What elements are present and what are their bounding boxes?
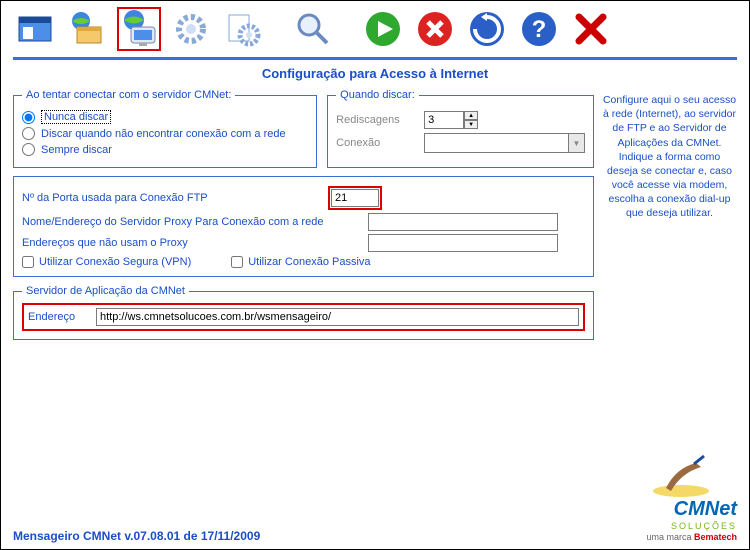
appserver-group: Servidor de Aplicação da CMNet Endereço xyxy=(13,285,594,340)
connect-group: Ao tentar conectar com o servidor CMNet:… xyxy=(13,89,317,168)
dial-group: Quando discar: Rediscagens ▲ ▼ Conexão ▼ xyxy=(327,89,594,168)
toolbar: ? xyxy=(1,1,749,57)
chevron-down-icon[interactable]: ▼ xyxy=(568,134,584,152)
ftp-port-highlight xyxy=(328,186,382,210)
radio-never-dial-input[interactable] xyxy=(22,111,35,124)
passive-checkbox[interactable] xyxy=(231,256,243,268)
proxy-label: Nome/Endereço do Servidor Proxy Para Con… xyxy=(22,216,362,228)
footer-version: Mensageiro CMNet v.07.08.01 de 17/11/200… xyxy=(13,529,260,543)
page-title: Configuração para Acesso à Internet xyxy=(1,60,749,85)
gear1-icon[interactable] xyxy=(169,7,213,51)
refresh-icon[interactable] xyxy=(465,7,509,51)
search-icon[interactable] xyxy=(291,7,335,51)
appserver-addr-input[interactable] xyxy=(96,308,579,326)
appserver-legend: Servidor de Aplicação da CMNet xyxy=(22,285,189,297)
logo-sub: SOLUÇÕES xyxy=(646,521,737,531)
folder-globe-icon[interactable] xyxy=(65,7,109,51)
vpn-checkbox-row[interactable]: Utilizar Conexão Segura (VPN) xyxy=(22,256,191,268)
passive-checkbox-row[interactable]: Utilizar Conexão Passiva xyxy=(231,256,370,268)
redial-up[interactable]: ▲ xyxy=(464,111,478,120)
conn-combo[interactable]: ▼ xyxy=(424,133,585,153)
conn-label: Conexão xyxy=(336,137,416,149)
appserver-addr-label: Endereço xyxy=(28,311,88,323)
radio-never-dial[interactable]: Nunca discar xyxy=(22,110,308,124)
radio-always-dial-input[interactable] xyxy=(22,143,35,156)
help-icon[interactable]: ? xyxy=(517,7,561,51)
logo-name: CMNet xyxy=(646,498,737,521)
noproxy-input[interactable] xyxy=(368,234,558,252)
monitor-globe-icon[interactable] xyxy=(117,7,161,51)
redial-label: Rediscagens xyxy=(336,114,416,126)
help-text: Configure aqui o seu acesso à rede (Inte… xyxy=(602,93,737,221)
appserver-highlight: Endereço xyxy=(22,303,585,331)
radio-dial-no-conn-input[interactable] xyxy=(22,127,35,140)
logo: CMNet SOLUÇÕES uma marca Bematech xyxy=(646,453,737,543)
help-panel: Configure aqui o seu acesso à rede (Inte… xyxy=(602,89,737,348)
redial-spinner[interactable]: ▲ ▼ xyxy=(424,111,478,129)
gear2-icon[interactable] xyxy=(221,7,265,51)
redial-down[interactable]: ▼ xyxy=(464,120,478,129)
play-icon[interactable] xyxy=(361,7,405,51)
proxy-input[interactable] xyxy=(368,213,558,231)
radio-always-dial[interactable]: Sempre discar xyxy=(22,143,308,156)
ftp-group: Nº da Porta usada para Conexão FTP Nome/… xyxy=(13,176,594,277)
ftp-port-label: Nº da Porta usada para Conexão FTP xyxy=(22,192,322,204)
logo-brand: uma marca Bematech xyxy=(646,532,737,542)
close-icon[interactable] xyxy=(569,7,613,51)
ftp-port-input[interactable] xyxy=(331,189,379,207)
vpn-checkbox[interactable] xyxy=(22,256,34,268)
noproxy-label: Endereços que não usam o Proxy xyxy=(22,237,362,249)
svg-text:?: ? xyxy=(532,16,547,43)
signing-hand-icon xyxy=(646,453,716,498)
stop-icon[interactable] xyxy=(413,7,457,51)
connect-legend: Ao tentar conectar com o servidor CMNet: xyxy=(22,89,235,101)
redial-input[interactable] xyxy=(424,111,464,129)
radio-dial-no-conn[interactable]: Discar quando não encontrar conexão com … xyxy=(22,127,308,140)
dial-legend: Quando discar: xyxy=(336,89,419,101)
window-icon[interactable] xyxy=(13,7,57,51)
